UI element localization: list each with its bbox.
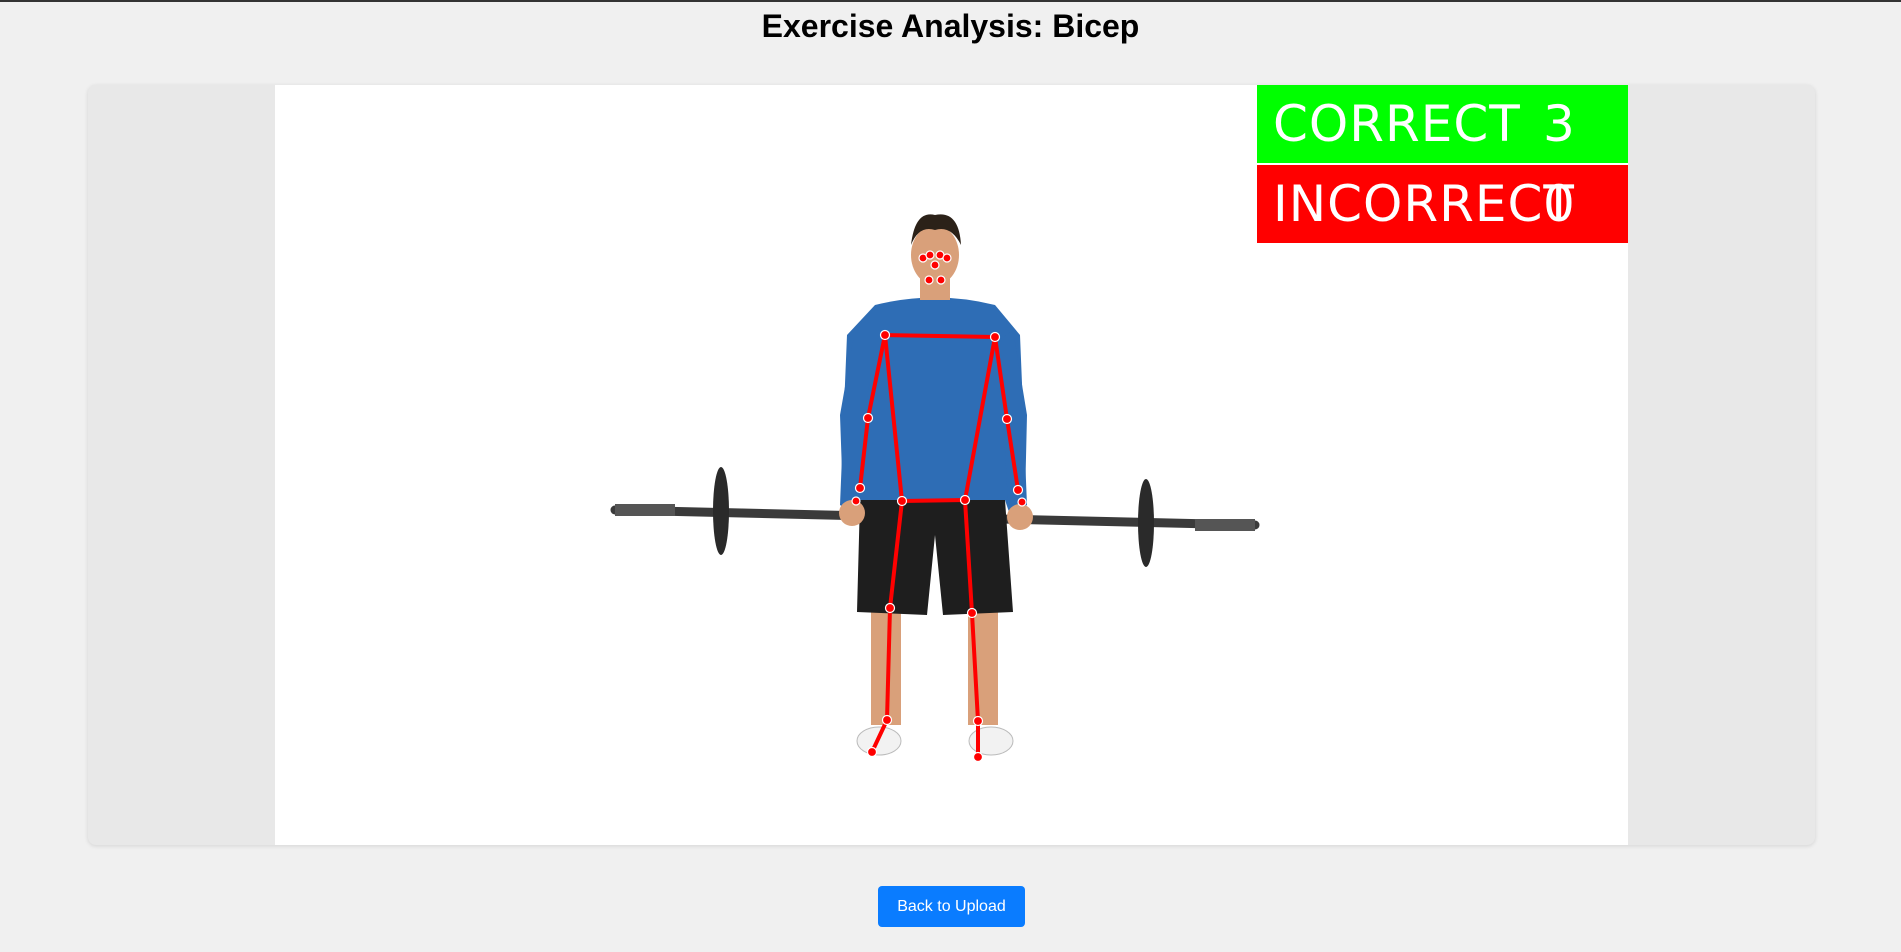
correct-count: 3 — [1543, 95, 1576, 153]
correct-label: CORRECT — [1273, 95, 1521, 153]
window-top-border — [0, 0, 1901, 2]
barbell-sleeve-left — [615, 504, 675, 516]
analysis-video[interactable]: CORRECT 3 INCORRECT0 — [275, 85, 1628, 845]
athlete — [839, 214, 1033, 756]
incorrect-count: 0 — [1543, 175, 1576, 233]
back-to-upload-button[interactable]: Back to Upload — [878, 886, 1025, 927]
incorrect-counter: INCORRECT0 — [1257, 165, 1628, 243]
correct-counter: CORRECT 3 — [1257, 85, 1628, 163]
plate-right — [1138, 479, 1154, 567]
video-card: CORRECT 3 INCORRECT0 — [88, 85, 1815, 845]
barbell-sleeve-right — [1195, 519, 1255, 531]
page-title: Exercise Analysis: Bicep — [761, 8, 1140, 44]
incorrect-label: INCORRECT — [1273, 175, 1575, 233]
plate-left — [713, 467, 729, 555]
